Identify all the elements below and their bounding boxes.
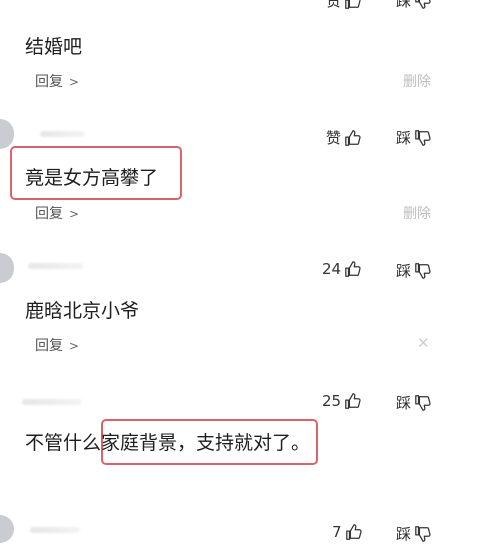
- thumbs-down-icon: [414, 262, 432, 280]
- like-label: 赞: [326, 129, 342, 147]
- thumbs-up-icon: [344, 129, 362, 147]
- comment-text: 鹿晗北京小爷: [25, 300, 140, 322]
- dislike-label: 踩: [396, 525, 412, 543]
- comment-text-highlighted: 家庭背景，支持就对了。: [101, 432, 311, 454]
- dislike-label: 踩: [396, 0, 412, 10]
- like-count: 25: [322, 392, 342, 410]
- thumbs-down-icon: [414, 525, 432, 543]
- like-button[interactable]: 25: [322, 392, 362, 410]
- dislike-button[interactable]: 踩: [396, 127, 432, 148]
- thumbs-down-icon: [414, 129, 432, 147]
- chevron-right-icon: >: [69, 207, 80, 221]
- thumbs-up-icon: [344, 0, 362, 10]
- username-blurred: [40, 131, 85, 137]
- avatar[interactable]: [0, 515, 14, 543]
- reply-label: 回复: [35, 206, 63, 222]
- delete-button[interactable]: 删除: [403, 71, 431, 91]
- dislike-button[interactable]: 踩: [396, 0, 432, 11]
- comment-text: 竟是女方高攀了: [25, 167, 159, 189]
- comment-text: 结婚吧: [25, 36, 83, 58]
- thumbs-down-icon: [414, 394, 432, 412]
- reply-label: 回复: [35, 74, 63, 90]
- username-blurred: [30, 527, 80, 533]
- username-blurred: [22, 399, 82, 405]
- dislike-label: 踩: [396, 129, 412, 147]
- thumbs-up-icon: [345, 523, 363, 541]
- thumbs-up-icon: [344, 392, 362, 410]
- comment-text-plain: 不管什么: [25, 432, 102, 454]
- dislike-button[interactable]: 踩: [396, 260, 432, 281]
- like-button[interactable]: 24: [322, 260, 362, 278]
- username-blurred: [28, 263, 83, 269]
- dislike-label: 踩: [396, 394, 412, 412]
- like-button[interactable]: 赞: [326, 127, 362, 148]
- like-button[interactable]: 赞: [326, 0, 362, 11]
- avatar[interactable]: [0, 253, 14, 283]
- chevron-right-icon: >: [69, 339, 80, 353]
- chevron-right-icon: >: [69, 75, 80, 89]
- reply-button[interactable]: 回复 >: [35, 203, 79, 223]
- reply-label: 回复: [35, 338, 63, 354]
- dislike-label: 踩: [396, 262, 412, 280]
- like-button[interactable]: 7: [332, 523, 363, 541]
- comment-text: 不管什么家庭背景，支持就对了。: [25, 428, 310, 455]
- avatar[interactable]: [0, 119, 14, 149]
- dislike-button[interactable]: 踩: [396, 523, 432, 544]
- like-label: 赞: [326, 0, 342, 10]
- delete-button[interactable]: 删除: [403, 203, 431, 223]
- reply-button[interactable]: 回复 >: [35, 71, 79, 91]
- like-count: 24: [322, 260, 342, 278]
- reply-button[interactable]: 回复 >: [35, 335, 79, 355]
- dislike-button[interactable]: 踩: [396, 392, 432, 413]
- thumbs-down-icon: [414, 0, 432, 10]
- close-icon[interactable]: ✕: [417, 334, 430, 352]
- thumbs-up-icon: [344, 260, 362, 278]
- like-count: 7: [332, 523, 342, 541]
